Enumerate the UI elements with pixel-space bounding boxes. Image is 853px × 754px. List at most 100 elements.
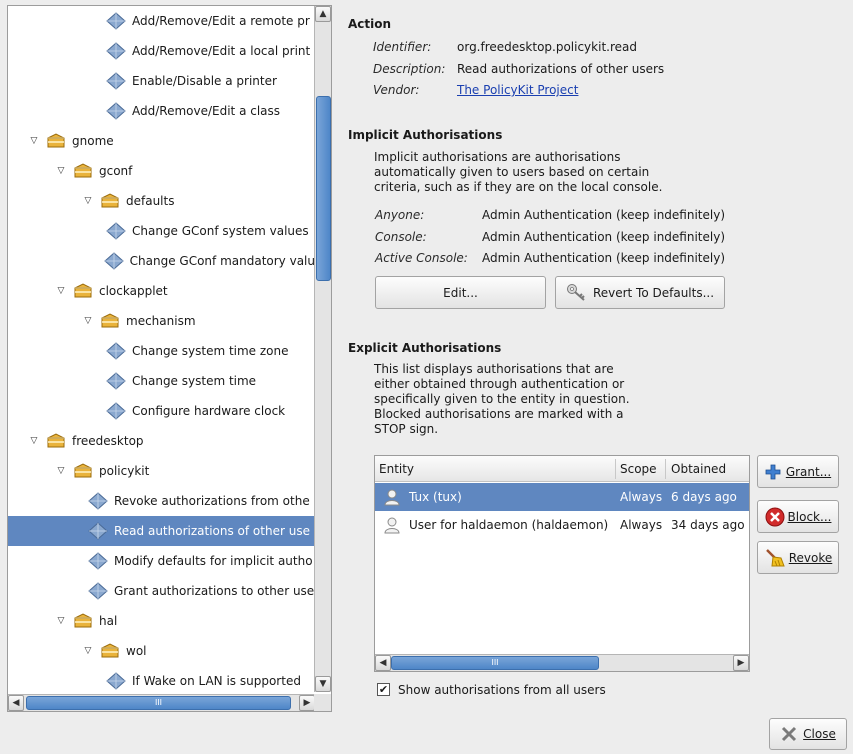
- scroll-left-button[interactable]: ◀: [375, 655, 391, 671]
- package-box-icon: [46, 432, 66, 450]
- user-icon: [383, 488, 401, 509]
- tree-row-label: If Wake on LAN is supported: [132, 674, 301, 688]
- tree-row-label: Add/Remove/Edit a class: [132, 104, 281, 118]
- action-diamond-icon: [106, 12, 126, 30]
- scroll-left-button[interactable]: ◀: [8, 695, 24, 711]
- expander-triangle-icon[interactable]: ▽: [82, 316, 94, 326]
- scroll-right-button[interactable]: ▶: [733, 655, 749, 671]
- list-horizontal-scroll-thumb[interactable]: III: [391, 656, 599, 670]
- tree-folder-row[interactable]: ▽ policykit: [8, 456, 315, 486]
- authorisation-row[interactable]: Tux (tux) Always 6 days ago: [375, 483, 749, 511]
- anyone-label: Anyone:: [375, 208, 425, 222]
- revert-button-label: Revert To Defaults...: [592, 285, 715, 300]
- expander-triangle-icon[interactable]: ▽: [55, 286, 67, 296]
- explicit-description-line: either obtained through authentication o…: [374, 377, 625, 391]
- column-separator: [665, 459, 666, 479]
- tree-folder-row[interactable]: ▽ gconf: [8, 156, 315, 186]
- vendor-label: Vendor:: [373, 83, 420, 97]
- expander-triangle-icon[interactable]: ▽: [55, 616, 67, 626]
- entity-cell: Tux (tux): [409, 490, 462, 504]
- package-box-icon: [73, 612, 93, 630]
- tree-viewport[interactable]: Add/Remove/Edit a remote pr Add/Remove/Ed…: [8, 6, 315, 692]
- tree-vertical-scrollbar[interactable]: ▲ ▼: [314, 6, 331, 692]
- tree-action-row[interactable]: Revoke authorizations from othe: [8, 486, 315, 516]
- tree-folder-row[interactable]: ▽ mechanism: [8, 306, 315, 336]
- tree-action-row[interactable]: Change GConf mandatory valu: [8, 246, 315, 276]
- explicit-section-title: Explicit Authorisations: [348, 341, 502, 355]
- tree-folder-row[interactable]: ▽ gnome: [8, 126, 315, 156]
- tree-action-row[interactable]: Change GConf system values: [8, 216, 315, 246]
- tree-horizontal-scrollbar[interactable]: ◀ III ▶: [8, 694, 315, 711]
- active-console-label: Active Console:: [375, 251, 468, 265]
- tree-horizontal-scroll-thumb[interactable]: III: [26, 696, 291, 710]
- expander-triangle-icon[interactable]: ▽: [55, 166, 67, 176]
- tree-row-label: Read authorizations of other use: [114, 524, 310, 538]
- console-value: Admin Authentication (keep indefinitely): [482, 230, 726, 244]
- column-separator: [615, 459, 616, 479]
- tree-row-label: Change GConf mandatory valu: [129, 254, 315, 268]
- tree-row-label: gnome: [72, 134, 114, 148]
- tree-action-row[interactable]: If Wake on LAN is supported: [8, 666, 315, 692]
- authorisations-list[interactable]: Entity Scope Obtained Tux (tux) Always 6…: [374, 455, 750, 672]
- revoke-button[interactable]: Revoke: [757, 541, 839, 574]
- close-icon: [780, 726, 798, 742]
- tree-action-row[interactable]: Add/Remove/Edit a class: [8, 96, 315, 126]
- column-header-entity[interactable]: Entity: [379, 462, 414, 476]
- tree-action-row[interactable]: Enable/Disable a printer: [8, 66, 315, 96]
- explicit-description-line: STOP sign.: [374, 422, 439, 436]
- edit-button[interactable]: Edit...: [375, 276, 546, 309]
- tree-vertical-scroll-thumb[interactable]: [316, 96, 331, 281]
- authorisation-row[interactable]: User for haldaemon (haldaemon) Always 34…: [375, 511, 749, 539]
- tree-action-row[interactable]: Configure hardware clock: [8, 396, 315, 426]
- tree-row-label: Enable/Disable a printer: [132, 74, 277, 88]
- tree-folder-row[interactable]: ▽ wol: [8, 636, 315, 666]
- implicit-section-title: Implicit Authorisations: [348, 128, 503, 142]
- expander-triangle-icon[interactable]: ▽: [55, 466, 67, 476]
- column-header-obtained[interactable]: Obtained: [671, 462, 726, 476]
- explicit-description: This list displays authorisations that a…: [374, 362, 630, 437]
- action-diamond-icon: [88, 492, 108, 510]
- scroll-right-button[interactable]: ▶: [299, 695, 315, 711]
- grant-button[interactable]: Grant...: [757, 455, 839, 488]
- expander-triangle-icon[interactable]: ▽: [82, 646, 94, 656]
- expander-triangle-icon[interactable]: ▽: [82, 196, 94, 206]
- column-header-scope[interactable]: Scope: [620, 462, 657, 476]
- tree-row-label: Add/Remove/Edit a remote pr: [132, 14, 310, 28]
- expander-triangle-icon[interactable]: ▽: [28, 436, 40, 446]
- tree-action-row[interactable]: Read authorizations of other use: [8, 516, 315, 546]
- tree-action-row[interactable]: Grant authorizations to other use: [8, 576, 315, 606]
- implicit-description: Implicit authorisations are authorisatio…: [374, 150, 662, 195]
- tree-row-label: wol: [126, 644, 147, 658]
- tree-folder-row[interactable]: ▽ freedesktop: [8, 426, 315, 456]
- tree-folder-row[interactable]: ▽ clockapplet: [8, 276, 315, 306]
- expander-triangle-icon[interactable]: ▽: [28, 136, 40, 146]
- tree-action-row[interactable]: Modify defaults for implicit autho: [8, 546, 315, 576]
- tree-row-label: policykit: [99, 464, 150, 478]
- tree-action-row[interactable]: Add/Remove/Edit a local print: [8, 36, 315, 66]
- show-all-users-checkbox[interactable]: ✔: [377, 683, 390, 696]
- tree-row-label: Modify defaults for implicit autho: [114, 554, 313, 568]
- tree-folder-row[interactable]: ▽ defaults: [8, 186, 315, 216]
- tree-row-label: Configure hardware clock: [132, 404, 286, 418]
- block-button[interactable]: Block...: [757, 500, 839, 533]
- action-tree[interactable]: Add/Remove/Edit a remote pr Add/Remove/Ed…: [7, 5, 332, 712]
- action-diamond-icon: [106, 222, 126, 240]
- tree-action-row[interactable]: Change system time zone: [8, 336, 315, 366]
- tree-action-row[interactable]: Add/Remove/Edit a remote pr: [8, 6, 315, 36]
- tree-row-label: Change GConf system values: [132, 224, 309, 238]
- vendor-link[interactable]: The PolicyKit Project: [457, 83, 578, 97]
- revert-to-defaults-button[interactable]: Revert To Defaults...: [555, 276, 725, 309]
- tree-action-row[interactable]: Change system time: [8, 366, 315, 396]
- tree-folder-row[interactable]: ▽ hal: [8, 606, 315, 636]
- close-button-label: Close: [803, 727, 836, 741]
- scroll-grip: III: [154, 698, 163, 707]
- show-all-users-label[interactable]: Show authorisations from all users: [398, 683, 606, 697]
- scroll-up-button[interactable]: ▲: [315, 6, 331, 22]
- package-box-icon: [100, 192, 120, 210]
- list-horizontal-scrollbar[interactable]: ◀ III ▶: [375, 654, 749, 671]
- explicit-description-line: This list displays authorisations that a…: [374, 362, 614, 376]
- close-button[interactable]: Close: [769, 718, 847, 750]
- user-icon: [383, 516, 401, 537]
- revoke-button-label: Revoke: [788, 550, 833, 565]
- scroll-down-button[interactable]: ▼: [315, 676, 331, 692]
